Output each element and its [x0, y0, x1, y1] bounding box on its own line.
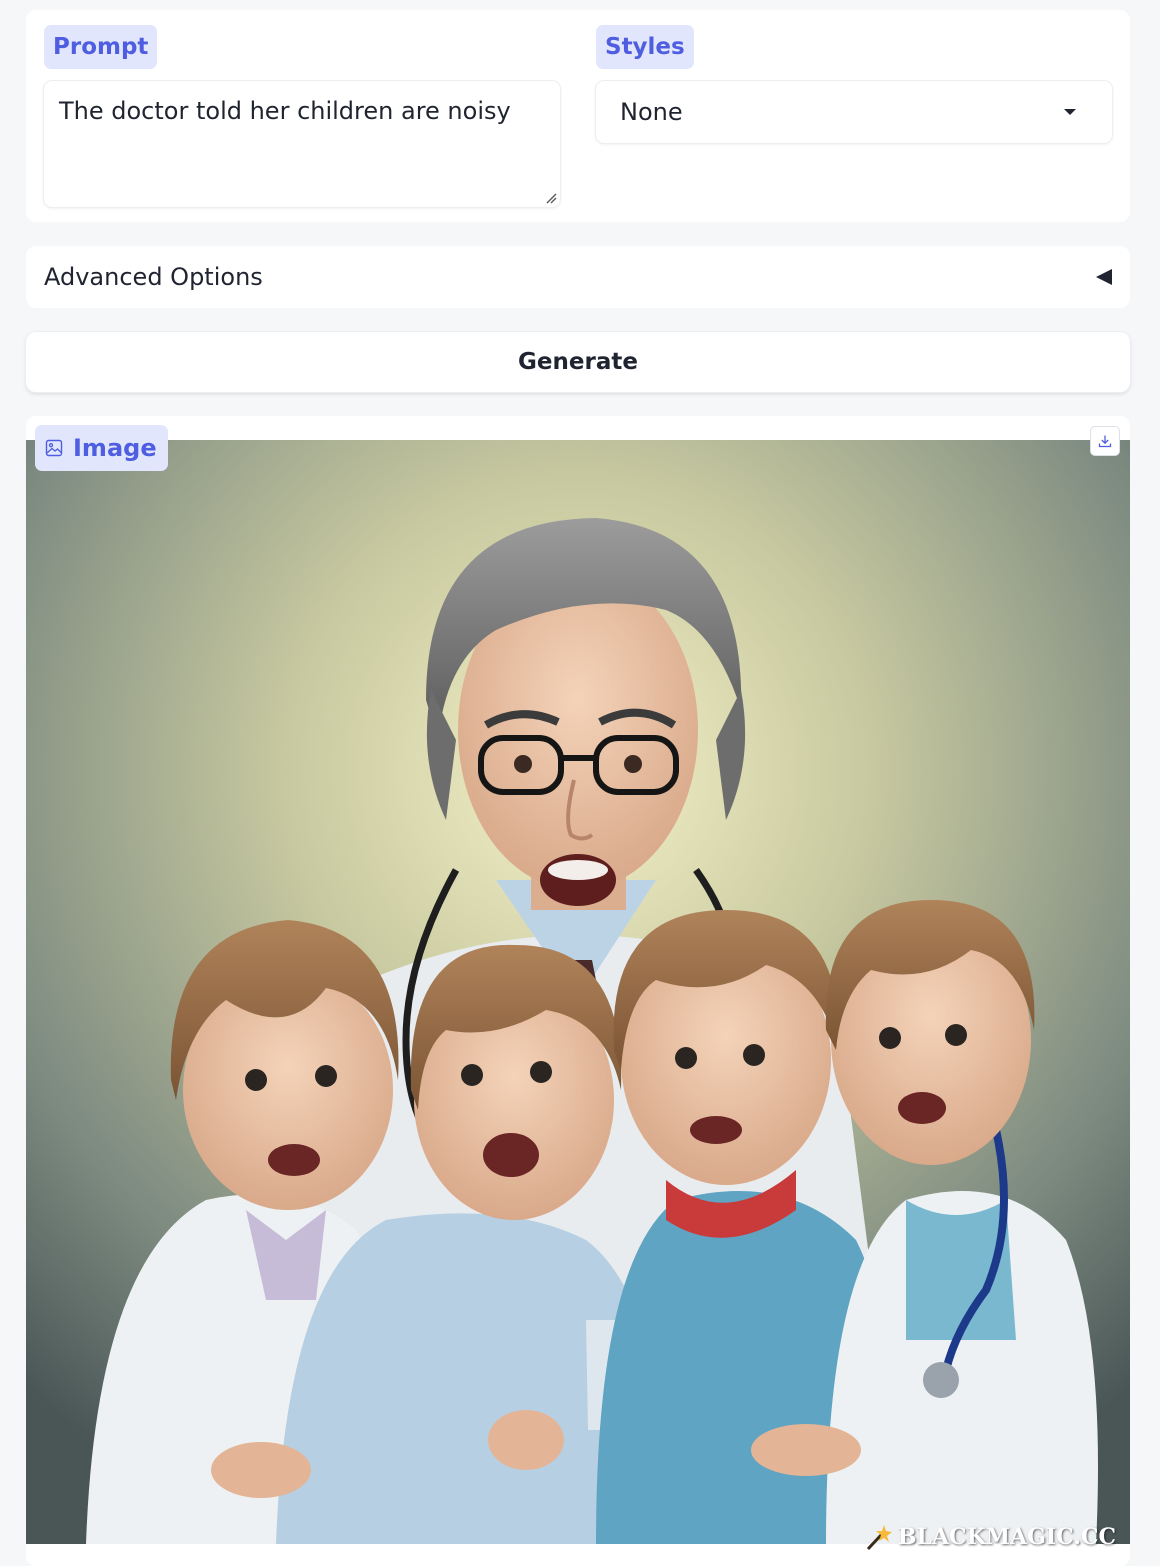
advanced-options-label: Advanced Options — [44, 263, 263, 291]
prompt-text: The doctor told her children are noisy — [59, 97, 511, 125]
image-label: Image — [35, 425, 168, 471]
image-output-panel: Image BLACKMAGIC.CC — [26, 416, 1130, 1566]
prompt-label: Prompt — [44, 25, 158, 69]
download-button[interactable] — [1090, 426, 1120, 456]
generate-button[interactable]: Generate — [26, 332, 1130, 392]
watermark-text: BLACKMAGIC.CC — [897, 1524, 1116, 1550]
prompt-styles-panel: Prompt The doctor told her children are … — [26, 10, 1130, 222]
image-icon — [45, 439, 63, 457]
generated-image-illustration — [26, 440, 1130, 1544]
generated-image — [26, 440, 1130, 1544]
collapse-arrow-icon — [1096, 269, 1112, 285]
watermark: BLACKMAGIC.CC — [864, 1522, 1116, 1552]
prompt-textarea[interactable]: The doctor told her children are noisy — [44, 81, 560, 207]
dropdown-arrow-icon — [1064, 109, 1076, 115]
download-icon — [1098, 435, 1112, 448]
magic-wand-icon — [866, 1525, 892, 1551]
styles-dropdown[interactable]: None — [596, 81, 1112, 143]
resize-grip-icon[interactable] — [545, 192, 557, 204]
styles-selected-value: None — [620, 98, 683, 126]
image-label-text: Image — [73, 434, 157, 462]
advanced-options-accordion[interactable]: Advanced Options — [26, 246, 1130, 308]
styles-label: Styles — [596, 25, 694, 69]
